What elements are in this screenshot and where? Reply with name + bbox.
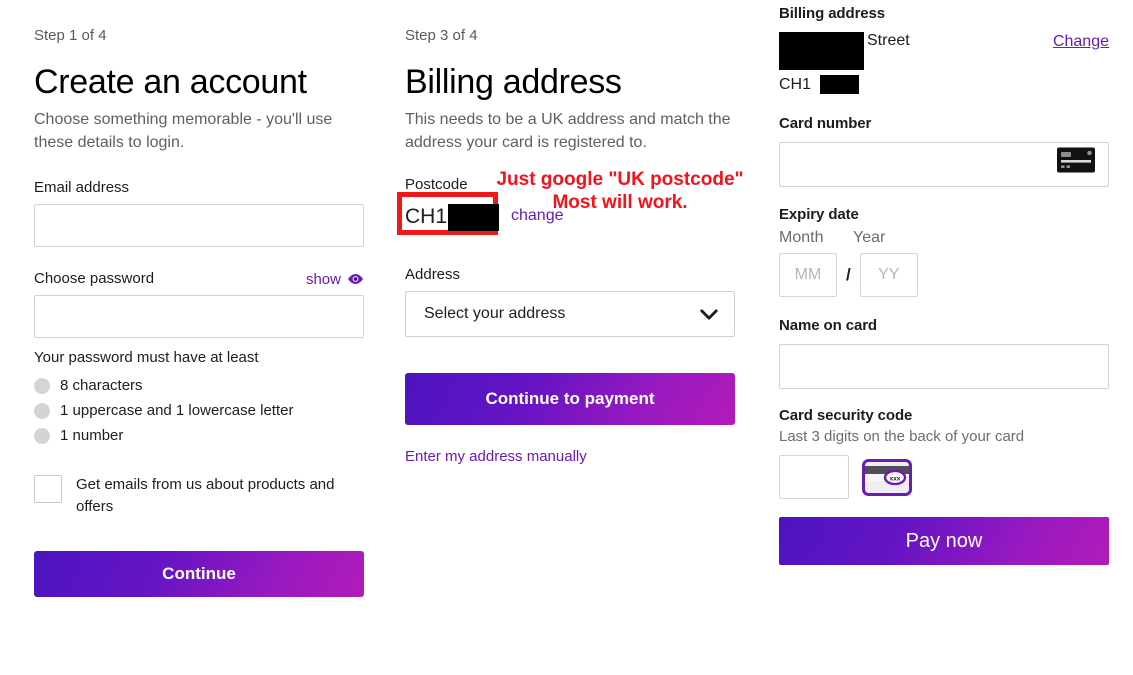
account-page-title: Create an account — [34, 63, 307, 101]
continue-to-payment-button[interactable]: Continue to payment — [405, 373, 735, 425]
requirement-label: 8 characters — [60, 377, 143, 394]
card-security-code-label: Card security code — [779, 407, 913, 424]
year-label: Year — [853, 229, 886, 246]
cvv-row: xxx — [779, 455, 1109, 499]
email-label: Email address — [34, 179, 130, 196]
address-select[interactable]: Select your address — [405, 291, 735, 337]
show-password-label: show — [305, 270, 341, 288]
billing-address-heading: Billing address — [779, 5, 886, 22]
address-street-text: Street — [867, 32, 910, 49]
list-item: 1 number — [34, 423, 364, 448]
list-item: 1 uppercase and 1 lowercase letter — [34, 398, 364, 423]
billing-address-summary: Street CH1 Change — [779, 32, 1109, 96]
password-requirements-title: Your password must have at least — [34, 349, 259, 366]
continue-button[interactable]: Continue — [34, 551, 364, 597]
address-postcode-text: CH1 — [779, 76, 812, 93]
expiry-separator: / — [846, 265, 851, 284]
name-on-card-label: Name on card — [779, 317, 877, 334]
billing-step-label: Step 3 of 4 — [405, 27, 478, 44]
pay-now-button[interactable]: Pay now — [779, 517, 1109, 565]
requirement-label: 1 uppercase and 1 lowercase letter — [60, 402, 294, 419]
name-on-card-field[interactable] — [779, 344, 1109, 389]
address-select-value: Select your address — [424, 305, 566, 322]
email-field[interactable] — [34, 204, 364, 247]
credit-card-icon — [1057, 147, 1095, 172]
payment-column: Billing address Street CH1 Change Card n… — [779, 0, 1109, 565]
postcode-value-text: CH1 — [405, 205, 448, 228]
card-number-label: Card number — [779, 115, 872, 132]
requirement-bullet-icon — [34, 402, 50, 419]
requirement-bullet-icon — [34, 427, 50, 444]
billing-address-column: Step 3 of 4 Billing address This needs t… — [397, 0, 744, 466]
password-requirements-list: 8 characters 1 uppercase and 1 lowercase… — [34, 373, 364, 448]
address-redaction-block-3 — [820, 75, 859, 94]
change-billing-address-link[interactable]: Change — [1053, 33, 1109, 51]
google-postcode-annotation: Just google "UK postcode" Most will work… — [496, 169, 744, 213]
marketing-consent-row[interactable]: Get emails from us about products and of… — [34, 474, 364, 518]
address-redaction-block-1 — [779, 32, 864, 52]
create-account-column: Step 1 of 4 Create an account Choose som… — [34, 0, 364, 597]
enter-address-manually-link[interactable]: Enter my address manually — [405, 448, 587, 465]
account-step-label: Step 1 of 4 — [34, 27, 107, 44]
show-password-toggle[interactable]: show — [306, 271, 364, 288]
expiry-date-heading: Expiry date — [779, 206, 859, 223]
address-redaction-block-2 — [779, 52, 864, 70]
requirement-label: 1 number — [60, 427, 124, 444]
expiry-year-field[interactable]: YY — [859, 253, 918, 297]
expiry-field-labels: Month Year — [779, 229, 1109, 247]
expiry-inputs-row: MM / YY — [779, 253, 1109, 297]
marketing-consent-label: Get emails from us about products and of… — [76, 476, 335, 515]
address-label: Address — [405, 266, 461, 283]
chevron-down-icon — [700, 308, 718, 320]
marketing-consent-checkbox[interactable] — [34, 475, 62, 503]
billing-page-title: Billing address — [405, 63, 622, 101]
billing-subtitle: This needs to be a UK address and match … — [405, 111, 731, 151]
cvv-card-icon: xxx — [862, 458, 912, 496]
card-security-code-field[interactable] — [779, 455, 849, 499]
account-subtitle: Choose something memorable - you'll use … — [34, 111, 333, 151]
requirement-bullet-icon — [34, 377, 50, 394]
password-field[interactable] — [34, 295, 364, 338]
eye-icon — [348, 273, 363, 285]
cvv-icon-text: xxx — [890, 475, 901, 482]
month-label: Month — [779, 229, 824, 246]
password-label: Choose password — [34, 270, 155, 287]
checkout-page: Step 1 of 4 Create an account Choose som… — [0, 0, 1133, 675]
expiry-month-field[interactable]: MM — [779, 253, 837, 297]
list-item: 8 characters — [34, 373, 364, 398]
card-security-code-hint: Last 3 digits on the back of your card — [779, 428, 1025, 445]
